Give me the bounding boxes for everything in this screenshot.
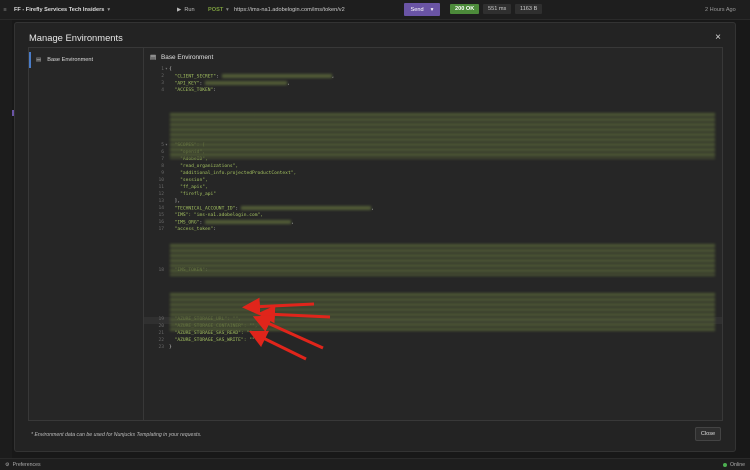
- editor-header: ▤ Base Environment: [150, 53, 214, 62]
- redacted-access-token-lower: [170, 244, 715, 276]
- status-badge: 200 OK: [450, 4, 480, 14]
- manage-environments-dialog: Manage Environments × ▤ Base Environment…: [14, 22, 736, 452]
- close-button[interactable]: Close: [695, 427, 721, 441]
- code-line: 13 ],: [158, 198, 181, 204]
- preferences-button[interactable]: ⚙ Preferences: [5, 462, 41, 468]
- send-chevron-icon[interactable]: ▾: [431, 7, 434, 13]
- code-line: 10 "session",: [158, 178, 208, 183]
- menu-icon[interactable]: ≡: [0, 7, 10, 13]
- redacted-value: [205, 80, 287, 85]
- close-icon[interactable]: ×: [715, 32, 721, 43]
- online-dot-icon: [723, 462, 727, 467]
- code-line: 3 "API_KEY": ,: [161, 80, 290, 87]
- redacted-value: [221, 73, 332, 78]
- http-method-select[interactable]: POST: [208, 7, 223, 13]
- top-bar: ≡ FF - Firefly Services Tech Insiders ▾ …: [0, 0, 750, 20]
- online-status: Online: [723, 462, 745, 468]
- background-sidebar: [0, 20, 12, 458]
- code-line: 1 ▾{: [161, 67, 172, 72]
- dialog-title: Manage Environments: [29, 32, 123, 43]
- chevron-down-icon[interactable]: ▾: [107, 7, 110, 13]
- online-label: Online: [730, 461, 745, 468]
- code-line: 9 "additional_info.projectedProductConte…: [161, 171, 297, 177]
- footer-note: * Environment data can be used for Nunju…: [31, 432, 202, 438]
- file-icon: ▤: [150, 54, 157, 61]
- code-line: 2 "CLIENT_SECRET": ,: [161, 73, 335, 80]
- code-line: 4 "ACCESS_TOKEN":: [161, 87, 217, 93]
- environment-list: ▤ Base Environment ✱: [28, 47, 156, 421]
- run-button[interactable]: ▶ Run: [177, 7, 195, 13]
- method-chevron-icon[interactable]: ▾: [226, 7, 229, 13]
- code-line: 17 "access_token":: [158, 226, 217, 232]
- code-line: 15 "IMS": "ims-na1.adobelogin.com",: [158, 212, 264, 218]
- code-line: 23}: [158, 344, 172, 350]
- file-icon: ▤: [36, 57, 42, 63]
- code-line: 14 "TECHNICAL_ACCOUNT_ID": ,: [158, 205, 374, 212]
- code-line: 11 "ff_apis",: [158, 184, 208, 190]
- environment-item-label: Base Environment: [47, 57, 94, 63]
- environment-editor[interactable]: ▤ Base Environment 1 ▾{ 2 "CLIENT_SECRET"…: [143, 47, 723, 421]
- code-line: 12 "firefly_api": [158, 191, 217, 197]
- send-label: Send: [410, 6, 424, 13]
- code-line: 21 "AZURE_STORAGE_SAS_READ": "",: [158, 330, 255, 336]
- run-label: Run: [184, 6, 195, 13]
- status-bar: ⚙ Preferences Online: [0, 458, 750, 470]
- editor-title: Base Environment: [161, 53, 214, 61]
- url-input[interactable]: https://ims-na1.adobelogin.com/ims/token…: [234, 7, 345, 13]
- redacted-access-token: [170, 113, 715, 159]
- history-timestamp[interactable]: 2 Hours Ago: [705, 7, 736, 13]
- code-line: 22 "AZURE_STORAGE_SAS_WRITE": "": [158, 337, 255, 343]
- response-time: 551 ms: [483, 4, 512, 14]
- redacted-ims-token: [170, 293, 715, 331]
- code-line: 16 "IMS_ORG": ,: [158, 219, 294, 226]
- send-button[interactable]: Send ▾: [404, 3, 440, 16]
- gear-icon: ⚙: [5, 461, 10, 468]
- redacted-value: [205, 219, 291, 224]
- workspace-name[interactable]: FF - Firefly Services Tech Insiders: [14, 7, 104, 13]
- response-size: 1163 B: [515, 4, 543, 14]
- preferences-label: Preferences: [12, 461, 41, 468]
- play-icon: ▶: [177, 6, 182, 13]
- redacted-value: [240, 205, 371, 210]
- environment-item-base[interactable]: ▤ Base Environment ✱: [29, 52, 155, 68]
